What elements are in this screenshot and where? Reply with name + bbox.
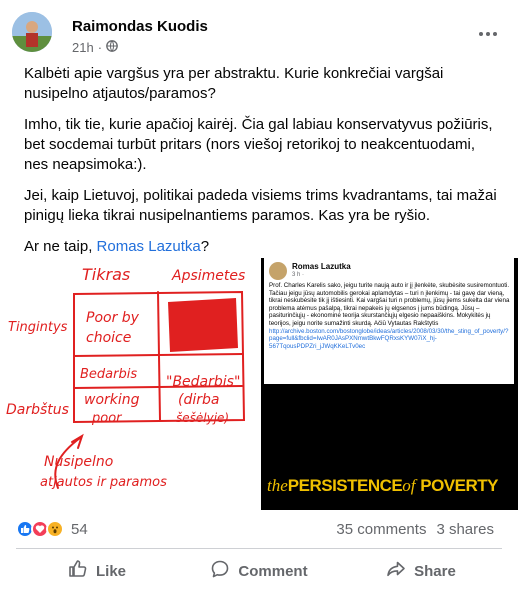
cell-mr-line1: "Bedarbis" xyxy=(166,374,240,390)
shared-author: Romas Lazutka xyxy=(292,262,351,271)
comment-label: Comment xyxy=(238,562,308,580)
post-paragraph: Jei, kaip Lietuvoj, politikai padeda vis… xyxy=(24,187,497,224)
shared-url: http://archive.boston.com/bostonglobe/id… xyxy=(269,327,509,350)
post-timestamp[interactable]: 21h xyxy=(72,40,94,55)
dot-icon xyxy=(479,32,483,36)
col-left-label: Tikras xyxy=(82,265,130,284)
cell-tl-line2: choice xyxy=(86,330,131,346)
post-text: Kalbėti apie vargšus yra per abstraktu. … xyxy=(24,64,500,268)
reaction-count: 54 xyxy=(71,520,88,538)
paragraph-text: Ar ne taip, xyxy=(24,238,97,255)
shares-count-link[interactable]: 3 shares xyxy=(436,521,494,538)
post-paragraph: Ar ne taip, Romas Lazutka? xyxy=(24,237,500,257)
globe-icon xyxy=(106,40,118,55)
shared-meta: 3 h · xyxy=(292,272,305,278)
note-line2: atjautos ir paramos xyxy=(40,475,167,490)
shared-avatar xyxy=(269,262,287,280)
more-options-button[interactable] xyxy=(470,16,506,52)
cell-mr-line2: (dirba xyxy=(178,392,219,408)
cell-ml: Bedarbis xyxy=(80,367,137,382)
banner-of: of xyxy=(402,476,416,495)
post-images: Tikras Apsimetes Tingintys Darbštus Poor… xyxy=(0,258,518,510)
sketch-image[interactable]: Tikras Apsimetes Tingintys Darbštus Poor… xyxy=(0,258,257,510)
post-card: Raimondas Kuodis 21h · Kalbėti apie varg… xyxy=(0,0,518,596)
col-right-label: Apsimetes xyxy=(171,268,245,284)
cell-bl-line2: poor xyxy=(91,411,123,426)
book-banner: thePERSISTENCEof POVERTY xyxy=(267,476,498,496)
author-name[interactable]: Raimondas Kuodis xyxy=(72,18,208,35)
comment-icon xyxy=(210,559,230,583)
cell-bl-line1: working xyxy=(84,392,140,408)
comments-count-link[interactable]: 35 comments xyxy=(336,521,426,538)
like-button[interactable]: Like xyxy=(16,552,178,590)
banner-persistence: PERSISTENCE xyxy=(287,476,403,495)
banner-the: the xyxy=(267,476,288,495)
note-line1: Nusipelno xyxy=(44,454,113,470)
filled-quadrant xyxy=(168,298,238,352)
reactions-summary[interactable]: 54 xyxy=(16,520,88,538)
avatar[interactable] xyxy=(12,12,52,52)
quadrant-sketch: Tikras Apsimetes Tingintys Darbštus Poor… xyxy=(6,265,245,490)
shared-post-screenshot: Romas Lazutka 3 h · Prof. Charles Kareli… xyxy=(264,258,514,384)
like-label: Like xyxy=(95,562,126,580)
engagement-stats: 54 35 comments 3 shares xyxy=(16,518,502,542)
row-bottom-label: Darbštus xyxy=(6,402,69,418)
action-bar: Like Comment Share xyxy=(16,552,502,590)
shared-body-text: Prof. Charles Karelis sako, jeigu turite… xyxy=(269,282,510,327)
post-meta: 21h · xyxy=(72,40,118,55)
row-top-label: Tingintys xyxy=(8,320,68,335)
share-icon xyxy=(386,559,406,583)
share-button[interactable]: Share xyxy=(340,552,502,590)
thumbs-up-icon xyxy=(68,559,88,583)
mention-link[interactable]: Romas Lazutka xyxy=(97,238,201,255)
cell-mr-line3: šešėlyje) xyxy=(176,411,229,425)
post-paragraph: Imho, tik tie, kurie apačioj kairėj. Čia… xyxy=(24,116,493,173)
divider xyxy=(16,548,502,549)
shared-body: Prof. Charles Karelis sako, jeigu turite… xyxy=(269,282,511,350)
dot-icon xyxy=(493,32,497,36)
share-label: Share xyxy=(414,562,456,580)
post-header: Raimondas Kuodis 21h · xyxy=(12,12,506,60)
wow-icon xyxy=(46,520,64,538)
dot-icon xyxy=(486,32,490,36)
cell-tl-line1: Poor by xyxy=(86,310,140,326)
comment-button[interactable]: Comment xyxy=(178,552,340,590)
meta-separator: · xyxy=(97,40,103,55)
banner-poverty: POVERTY xyxy=(420,476,498,495)
shared-post-image[interactable]: Romas Lazutka 3 h · Prof. Charles Kareli… xyxy=(261,258,518,510)
post-paragraph: Kalbėti apie vargšus yra per abstraktu. … xyxy=(24,65,444,102)
paragraph-text: ? xyxy=(200,238,210,255)
comment-share-counts: 35 comments 3 shares xyxy=(336,521,494,538)
